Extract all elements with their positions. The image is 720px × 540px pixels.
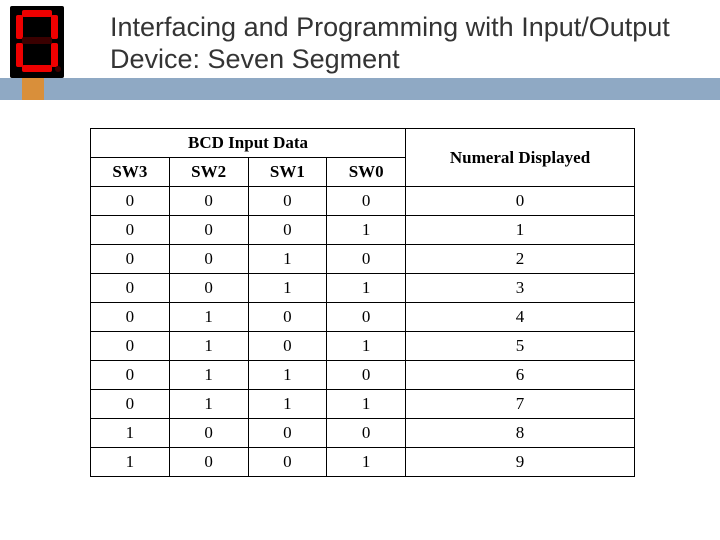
page-title: Interfacing and Programming with Input/O… [110, 12, 670, 76]
table-cell: 0 [248, 419, 327, 448]
table-cell: 0 [91, 390, 170, 419]
table-cell-numeral: 9 [406, 448, 635, 477]
table-cell-numeral: 2 [406, 245, 635, 274]
table-cell: 1 [169, 332, 248, 361]
table-cell: 1 [248, 361, 327, 390]
table-cell-numeral: 1 [406, 216, 635, 245]
table-cell: 0 [169, 216, 248, 245]
table-cell: 0 [91, 245, 170, 274]
seven-segment-icon [10, 6, 64, 78]
table-cell: 0 [169, 245, 248, 274]
table-cell: 0 [327, 187, 406, 216]
table-cell: 0 [327, 245, 406, 274]
table-cell: 0 [91, 361, 170, 390]
table-cell: 0 [327, 361, 406, 390]
table-header-numeral: Numeral Displayed [406, 129, 635, 187]
accent-square [22, 78, 44, 100]
table-header-sw0: SW0 [327, 158, 406, 187]
table-cell: 0 [91, 216, 170, 245]
table-cell-numeral: 7 [406, 390, 635, 419]
table-row: 00102 [91, 245, 635, 274]
table-cell: 1 [91, 419, 170, 448]
table-cell: 1 [169, 361, 248, 390]
table-cell: 1 [248, 390, 327, 419]
table-cell: 1 [91, 448, 170, 477]
table-cell: 0 [169, 448, 248, 477]
table-cell: 0 [169, 274, 248, 303]
table-cell: 1 [248, 245, 327, 274]
table-cell-numeral: 5 [406, 332, 635, 361]
table-header-sw1: SW1 [248, 158, 327, 187]
table-row: 01015 [91, 332, 635, 361]
table-cell: 0 [169, 187, 248, 216]
table-cell: 1 [169, 390, 248, 419]
table-cell: 0 [248, 187, 327, 216]
table-cell: 1 [169, 303, 248, 332]
table-row: 01106 [91, 361, 635, 390]
table-cell: 0 [91, 303, 170, 332]
table-row: 00000 [91, 187, 635, 216]
table-cell-numeral: 4 [406, 303, 635, 332]
table-row: 10019 [91, 448, 635, 477]
table-cell: 0 [248, 303, 327, 332]
table-cell: 0 [248, 332, 327, 361]
table-cell: 1 [327, 332, 406, 361]
table-row: 01004 [91, 303, 635, 332]
table-cell: 1 [248, 274, 327, 303]
table-cell-numeral: 0 [406, 187, 635, 216]
table-header-sw2: SW2 [169, 158, 248, 187]
table-cell: 0 [327, 303, 406, 332]
table-cell-numeral: 8 [406, 419, 635, 448]
table-cell: 0 [248, 216, 327, 245]
table-cell: 1 [327, 216, 406, 245]
table-row: 10008 [91, 419, 635, 448]
table-cell: 0 [169, 419, 248, 448]
table-row: 00011 [91, 216, 635, 245]
table-row: 01117 [91, 390, 635, 419]
table-cell: 1 [327, 390, 406, 419]
table-cell: 1 [327, 448, 406, 477]
table-super-header: BCD Input Data [91, 129, 406, 158]
table-cell: 1 [327, 274, 406, 303]
table-cell: 0 [327, 419, 406, 448]
table-cell-numeral: 6 [406, 361, 635, 390]
header-stripe [0, 78, 720, 100]
table-cell-numeral: 3 [406, 274, 635, 303]
table-cell: 0 [91, 274, 170, 303]
table-header-sw3: SW3 [91, 158, 170, 187]
table-cell: 0 [248, 448, 327, 477]
bcd-table: BCD Input Data Numeral Displayed SW3 SW2… [90, 128, 635, 477]
table-row: 00113 [91, 274, 635, 303]
table-cell: 0 [91, 187, 170, 216]
table-cell: 0 [91, 332, 170, 361]
